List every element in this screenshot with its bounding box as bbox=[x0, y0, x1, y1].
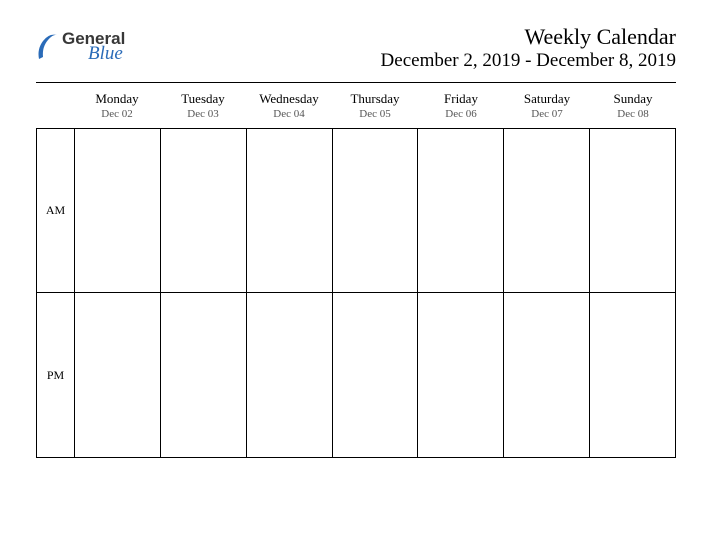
cell-pm-thu bbox=[332, 293, 418, 458]
day-name: Sunday bbox=[590, 91, 676, 107]
day-head-fri: Friday Dec 06 bbox=[418, 91, 504, 120]
cell-am-thu bbox=[332, 128, 418, 293]
day-name: Tuesday bbox=[160, 91, 246, 107]
day-date: Dec 08 bbox=[590, 108, 676, 120]
day-head-sun: Sunday Dec 08 bbox=[590, 91, 676, 120]
calendar-grid: AM PM bbox=[36, 128, 676, 458]
cell-pm-sat bbox=[503, 293, 589, 458]
cell-am-sun bbox=[589, 128, 676, 293]
day-date: Dec 02 bbox=[74, 108, 160, 120]
day-date: Dec 04 bbox=[246, 108, 332, 120]
cell-am-wed bbox=[246, 128, 332, 293]
cell-pm-tue bbox=[160, 293, 246, 458]
cell-am-tue bbox=[160, 128, 246, 293]
brand-text: General Blue bbox=[62, 30, 125, 63]
calendar: Monday Dec 02 Tuesday Dec 03 Wednesday D… bbox=[36, 83, 676, 458]
period-label-pm: PM bbox=[36, 293, 74, 458]
brand-logo: General Blue bbox=[36, 24, 125, 63]
header-row: General Blue Weekly Calendar December 2,… bbox=[36, 24, 676, 72]
day-name: Saturday bbox=[504, 91, 590, 107]
date-range: December 2, 2019 - December 8, 2019 bbox=[381, 50, 676, 72]
day-name: Wednesday bbox=[246, 91, 332, 107]
day-headers-row: Monday Dec 02 Tuesday Dec 03 Wednesday D… bbox=[36, 83, 676, 128]
day-name: Thursday bbox=[332, 91, 418, 107]
cell-am-sat bbox=[503, 128, 589, 293]
cell-pm-sun bbox=[589, 293, 676, 458]
brand-word-blue: Blue bbox=[88, 44, 125, 63]
day-name: Monday bbox=[74, 91, 160, 107]
day-head-sat: Saturday Dec 07 bbox=[504, 91, 590, 120]
am-row bbox=[74, 128, 676, 293]
page-title: Weekly Calendar bbox=[381, 24, 676, 50]
day-date: Dec 07 bbox=[504, 108, 590, 120]
pm-row bbox=[74, 293, 676, 458]
day-date: Dec 03 bbox=[160, 108, 246, 120]
cell-pm-fri bbox=[417, 293, 503, 458]
cell-pm-mon bbox=[74, 293, 160, 458]
day-name: Friday bbox=[418, 91, 504, 107]
day-head-tue: Tuesday Dec 03 bbox=[160, 91, 246, 120]
cell-am-fri bbox=[417, 128, 503, 293]
period-label-am: AM bbox=[36, 128, 74, 293]
cells-grid bbox=[74, 128, 676, 458]
day-date: Dec 05 bbox=[332, 108, 418, 120]
brand-swoosh-icon bbox=[36, 31, 58, 63]
period-labels: AM PM bbox=[36, 128, 74, 458]
header-spacer bbox=[36, 91, 74, 120]
day-head-mon: Monday Dec 02 bbox=[74, 91, 160, 120]
day-head-wed: Wednesday Dec 04 bbox=[246, 91, 332, 120]
title-block: Weekly Calendar December 2, 2019 - Decem… bbox=[381, 24, 676, 72]
day-head-thu: Thursday Dec 05 bbox=[332, 91, 418, 120]
cell-pm-wed bbox=[246, 293, 332, 458]
day-date: Dec 06 bbox=[418, 108, 504, 120]
cell-am-mon bbox=[74, 128, 160, 293]
